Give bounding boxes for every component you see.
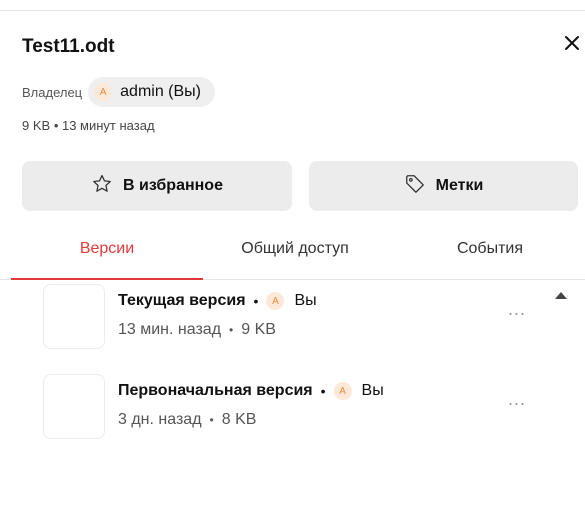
tab-sharing[interactable]: Общий доступ [205,240,385,280]
version-title-row: Первоначальная версия • A Вы [118,382,384,400]
star-icon [91,173,123,200]
avatar: A [333,382,352,400]
owner-chip[interactable]: A admin (Вы) [88,77,215,107]
version-item[interactable]: Первоначальная версия • A Вы 3 дн. назад… [43,374,563,439]
version-size: 9 KB [241,321,276,338]
owner-label: Владелец [22,84,83,100]
more-options-button[interactable]: ... [508,389,526,410]
tags-button[interactable]: Метки [309,161,578,211]
file-size: 9 KB [22,118,51,133]
version-item[interactable]: Текущая версия • A Вы 13 мин. назад • 9 … [43,284,563,349]
version-time: 3 дн. назад [118,411,202,428]
version-time: 13 мин. назад [118,321,222,338]
file-title: Test11.odt [22,36,115,57]
favorite-label: В избранное [123,177,223,194]
file-modified: 13 минут назад [61,118,155,133]
tags-label: Метки [435,177,484,194]
avatar: A [266,292,285,310]
version-meta: 13 мин. назад • 9 KB [118,321,276,339]
tab-bar: Версии Общий доступ События [0,240,585,280]
separator-dot: • [229,323,234,337]
version-user: Вы [361,382,384,399]
file-meta: 9 KB • 13 минут назад [22,118,155,133]
version-meta: 3 дн. назад • 8 KB [118,411,256,429]
active-tab-indicator [11,278,203,280]
separator-dot: • [253,293,259,309]
version-thumbnail [43,374,105,439]
close-icon[interactable] [561,32,583,54]
version-title-row: Текущая версия • A Вы [118,292,317,310]
tag-icon [404,173,436,200]
version-user: Вы [294,292,317,309]
avatar: A [94,83,113,101]
separator-dot: • [209,413,214,427]
version-name: Текущая версия [118,292,246,309]
tab-events[interactable]: События [395,240,585,280]
top-divider [0,10,585,11]
owner-row: Владелец A admin (Вы) [22,77,215,107]
tab-versions[interactable]: Версии [11,240,203,280]
add-to-favorites-button[interactable]: В избранное [22,161,292,211]
meta-separator: • [53,118,62,133]
version-size: 8 KB [221,411,257,428]
separator-dot: • [320,383,326,399]
owner-name: admin (Вы) [120,83,201,100]
version-thumbnail [43,284,105,349]
version-name: Первоначальная версия [118,382,313,399]
more-options-button[interactable]: ... [508,299,526,320]
